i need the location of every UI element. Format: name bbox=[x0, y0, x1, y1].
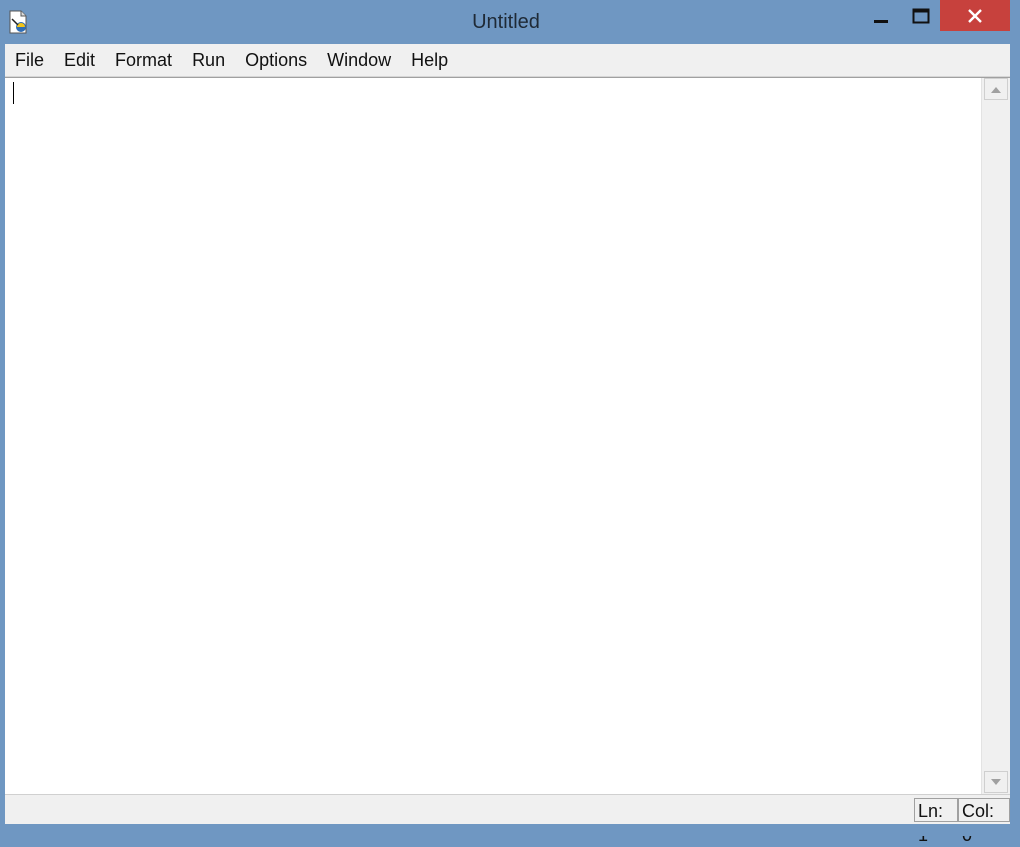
window-bottom-border[interactable] bbox=[0, 824, 1020, 836]
menu-edit[interactable]: Edit bbox=[54, 44, 105, 76]
scroll-down-button[interactable] bbox=[984, 771, 1008, 793]
minimize-icon bbox=[874, 19, 888, 23]
scroll-up-button[interactable] bbox=[984, 78, 1008, 100]
status-bar: Ln: 1 Col: 0 bbox=[5, 794, 1010, 845]
editor-text-area[interactable] bbox=[5, 78, 980, 795]
title-bar[interactable]: Untitled bbox=[0, 0, 1020, 44]
maximize-button[interactable] bbox=[904, 0, 938, 31]
minimize-button[interactable] bbox=[864, 0, 898, 31]
close-button[interactable] bbox=[940, 0, 1010, 31]
status-column: Col: 0 bbox=[958, 798, 1010, 845]
status-line: Ln: 1 bbox=[914, 798, 958, 845]
menu-window[interactable]: Window bbox=[317, 44, 401, 76]
close-icon bbox=[968, 8, 982, 23]
menu-run[interactable]: Run bbox=[182, 44, 235, 76]
menu-bar: File Edit Format Run Options Window Help bbox=[5, 44, 1010, 77]
scroll-down-arrow-icon bbox=[991, 778, 1001, 785]
window-title: Untitled bbox=[472, 11, 540, 33]
scroll-up-arrow-icon bbox=[991, 86, 1001, 93]
menu-format[interactable]: Format bbox=[105, 44, 182, 76]
maximize-icon bbox=[912, 8, 930, 23]
vertical-scrollbar[interactable] bbox=[981, 78, 1010, 795]
menu-help[interactable]: Help bbox=[401, 44, 458, 76]
menu-options[interactable]: Options bbox=[235, 44, 317, 76]
idle-editor-window: Untitled File Edit Format Run Options Wi… bbox=[0, 0, 1020, 845]
menu-file[interactable]: File bbox=[5, 44, 54, 76]
editor-frame bbox=[5, 77, 1010, 795]
text-caret bbox=[13, 82, 14, 104]
